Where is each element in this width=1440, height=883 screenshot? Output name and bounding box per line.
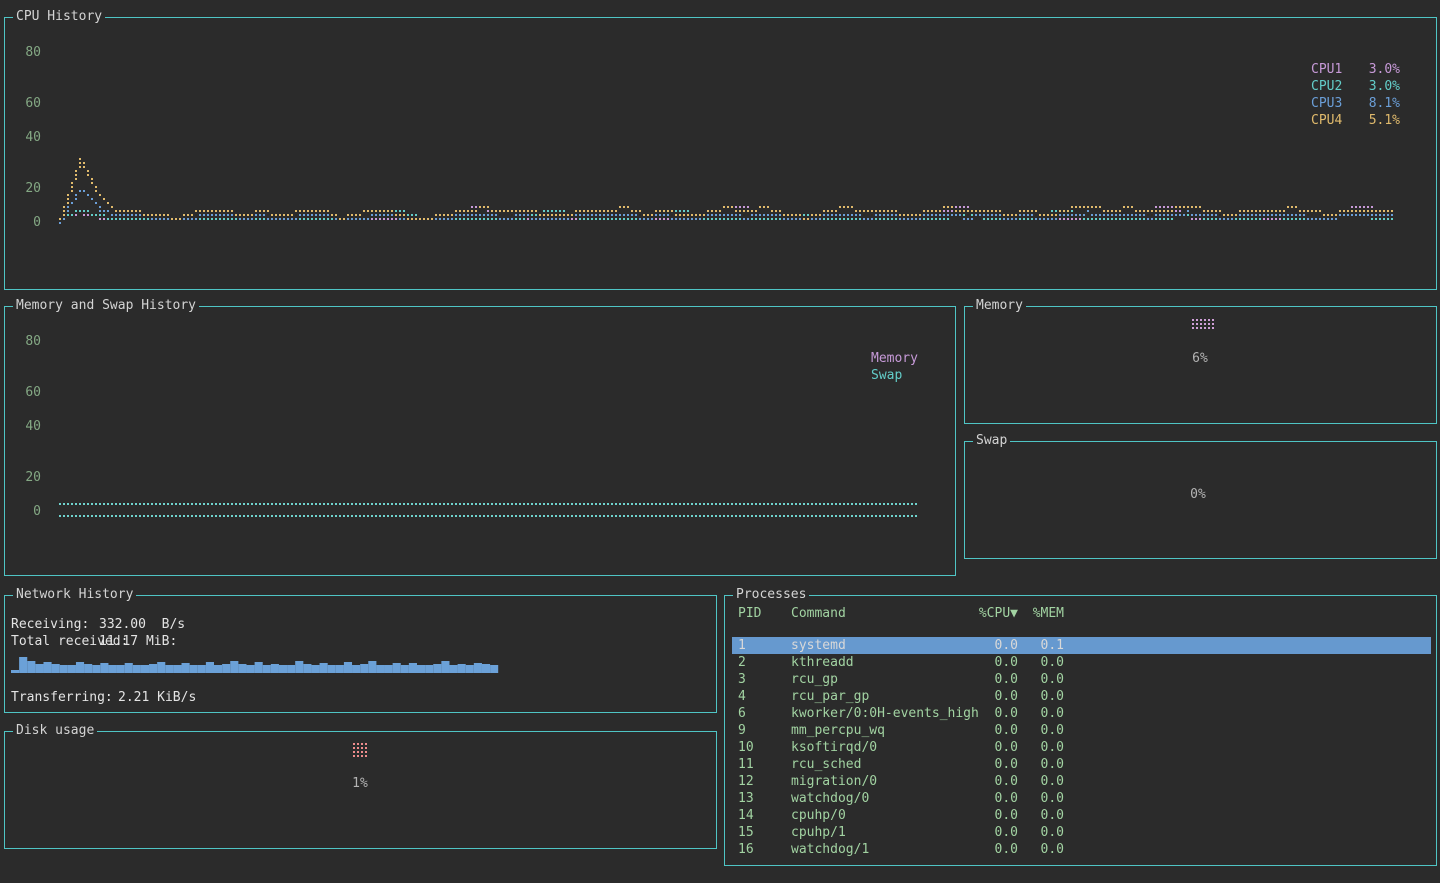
process-row[interactable]: 10ksoftirqd/00.00.0: [732, 739, 1431, 756]
memory-percent: 6%: [1175, 351, 1225, 367]
process-pid: 12: [738, 773, 754, 790]
process-command: systemd: [791, 637, 846, 654]
process-command: watchdog/0: [791, 790, 869, 807]
process-pid: 1: [738, 637, 746, 654]
cpu4-legend-row: CPU4 5.1%: [1311, 113, 1400, 129]
process-command: kworker/0:0H-events_high: [791, 705, 979, 722]
process-mem: 0.0: [1004, 841, 1064, 858]
disk-percent: 1%: [335, 776, 385, 792]
process-mem: 0.0: [1004, 824, 1064, 841]
memory-legend-label: Memory: [871, 351, 918, 367]
column-header-mem[interactable]: %MEM: [1004, 605, 1064, 622]
process-command: cpuhp/0: [791, 807, 846, 824]
memory-gauge-panel: Memory 6%: [964, 306, 1437, 424]
cpu3-value: 8.1%: [1369, 96, 1400, 112]
cpu2-value: 3.0%: [1369, 79, 1400, 95]
process-mem: 0.0: [1004, 773, 1064, 790]
process-pid: 9: [738, 722, 746, 739]
transferring-label: Transferring:: [11, 690, 113, 706]
process-row[interactable]: 6kworker/0:0H-events_high0.00.0: [732, 705, 1431, 722]
cpu1-legend-row: CPU1 3.0%: [1311, 62, 1400, 78]
process-pid: 3: [738, 671, 746, 688]
process-row[interactable]: 1systemd0.00.1: [732, 637, 1431, 654]
memory-swap-chart: [5, 307, 955, 575]
process-row[interactable]: 3rcu_gp0.00.0: [732, 671, 1431, 688]
process-row[interactable]: 2kthreadd0.00.0: [732, 654, 1431, 671]
process-command: migration/0: [791, 773, 877, 790]
process-row[interactable]: 14cpuhp/00.00.0: [732, 807, 1431, 824]
process-table-body: 1systemd0.00.12kthreadd0.00.03rcu_gp0.00…: [732, 637, 1431, 861]
process-command: rcu_sched: [791, 756, 861, 773]
column-header-pid[interactable]: PID: [738, 605, 761, 622]
process-pid: 14: [738, 807, 754, 824]
swap-percent: 0%: [1173, 487, 1223, 503]
swap-gauge-panel: Swap 0%: [964, 441, 1437, 559]
processes-panel: Processes PID Command %CPU▼ %MEM 1system…: [724, 595, 1437, 866]
process-mem: 0.0: [1004, 654, 1064, 671]
process-mem: 0.0: [1004, 705, 1064, 722]
disk-usage-dots: [353, 743, 369, 759]
process-command: rcu_par_gp: [791, 688, 869, 705]
process-pid: 10: [738, 739, 754, 756]
process-pid: 15: [738, 824, 754, 841]
process-mem: 0.0: [1004, 756, 1064, 773]
process-mem: 0.1: [1004, 637, 1064, 654]
swap-legend-row: Swap: [871, 368, 902, 384]
process-row[interactable]: 12migration/00.00.0: [732, 773, 1431, 790]
cpu4-value: 5.1%: [1369, 113, 1400, 129]
cpu1-value: 3.0%: [1369, 62, 1400, 78]
memory-legend-row: Memory: [871, 351, 918, 367]
process-pid: 16: [738, 841, 754, 858]
process-row[interactable]: 13watchdog/00.00.0: [732, 790, 1431, 807]
process-row[interactable]: 16watchdog/10.00.0: [732, 841, 1431, 858]
memory-swap-history-panel: Memory and Swap History 80 60 40 20 0 Me…: [4, 306, 956, 576]
process-command: kthreadd: [791, 654, 854, 671]
process-mem: 0.0: [1004, 671, 1064, 688]
cpu3-legend-row: CPU3 8.1%: [1311, 96, 1400, 112]
process-pid: 13: [738, 790, 754, 807]
process-row[interactable]: 11rcu_sched0.00.0: [732, 756, 1431, 773]
process-pid: 11: [738, 756, 754, 773]
process-mem: 0.0: [1004, 807, 1064, 824]
process-row[interactable]: 15cpuhp/10.00.0: [732, 824, 1431, 841]
cpu4-label: CPU4: [1311, 113, 1342, 129]
process-mem: 0.0: [1004, 739, 1064, 756]
memory-usage-dots: [1192, 319, 1216, 331]
process-pid: 6: [738, 705, 746, 722]
column-header-command[interactable]: Command: [791, 605, 846, 622]
cpu2-label: CPU2: [1311, 79, 1342, 95]
process-pid: 4: [738, 688, 746, 705]
process-mem: 0.0: [1004, 688, 1064, 705]
swap-legend-label: Swap: [871, 368, 902, 384]
process-row[interactable]: 9mm_percpu_wq0.00.0: [732, 722, 1431, 739]
process-pid: 2: [738, 654, 746, 671]
process-command: ksoftirqd/0: [791, 739, 877, 756]
process-table-header: PID Command %CPU▼ %MEM: [732, 605, 1431, 622]
process-row[interactable]: 4rcu_par_gp0.00.0: [732, 688, 1431, 705]
disk-usage-panel: Disk usage 1%: [4, 731, 717, 849]
cpu-history-panel: CPU History 80 60 40 20 0 CPU1 3.0% CPU2…: [4, 17, 1437, 290]
process-mem: 0.0: [1004, 790, 1064, 807]
processes-title: Processes: [733, 587, 809, 603]
process-command: cpuhp/1: [791, 824, 846, 841]
cpu1-label: CPU1: [1311, 62, 1342, 78]
swap-gauge-title: Swap: [973, 433, 1010, 449]
transferring-value: 2.21 KiB/s: [118, 690, 196, 706]
memory-gauge-title: Memory: [973, 298, 1026, 314]
cpu-usage-chart: [5, 18, 1436, 289]
process-command: watchdog/1: [791, 841, 869, 858]
cpu2-legend-row: CPU2 3.0%: [1311, 79, 1400, 95]
disk-usage-title: Disk usage: [13, 723, 97, 739]
network-history-panel: Network History Receiving: 332.00 B/s To…: [4, 595, 717, 713]
process-command: rcu_gp: [791, 671, 838, 688]
process-mem: 0.0: [1004, 722, 1064, 739]
process-command: mm_percpu_wq: [791, 722, 885, 739]
system-monitor-screen: CPU History 80 60 40 20 0 CPU1 3.0% CPU2…: [0, 0, 1440, 883]
cpu3-label: CPU3: [1311, 96, 1342, 112]
